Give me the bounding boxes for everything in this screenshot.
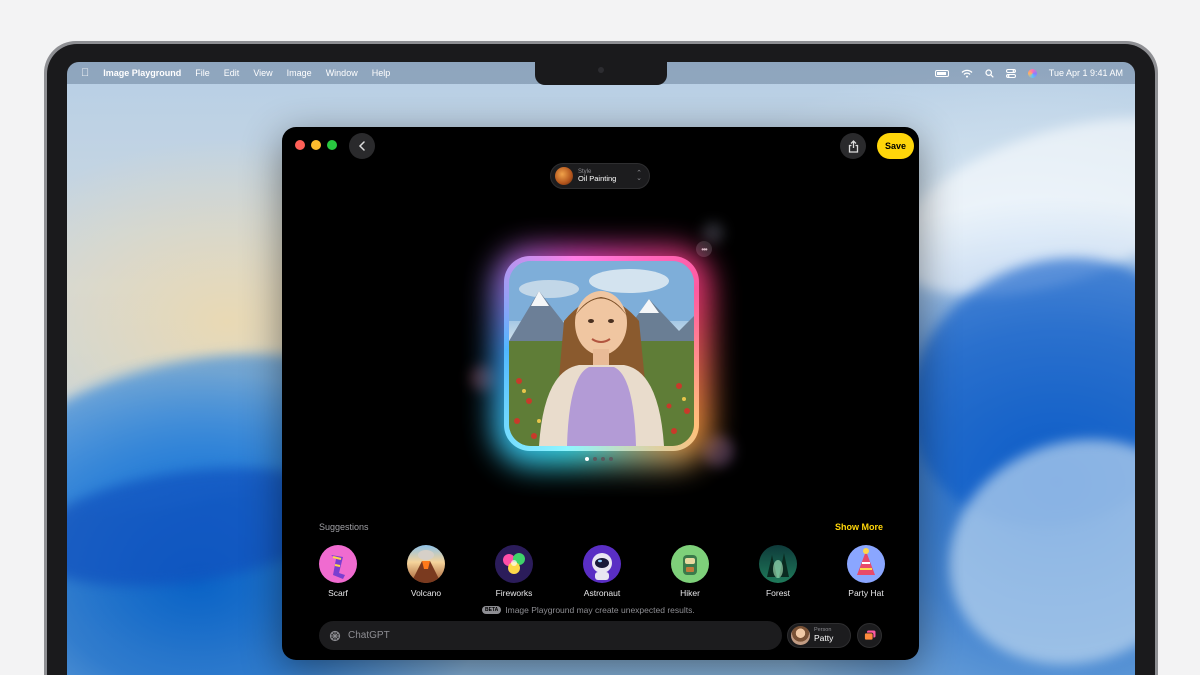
- suggestion-party-hat[interactable]: Party Hat: [830, 545, 902, 598]
- chevron-up-down-icon: ⌃ ⌄: [636, 170, 642, 182]
- prompt-input[interactable]: [348, 630, 748, 641]
- volcano-icon: [407, 545, 445, 583]
- minimize-window-button[interactable]: [311, 140, 321, 150]
- share-button[interactable]: [840, 133, 866, 159]
- menu-edit[interactable]: Edit: [224, 68, 240, 78]
- hiker-icon: [671, 545, 709, 583]
- suggestion-label: Fireworks: [495, 588, 533, 598]
- menu-help[interactable]: Help: [372, 68, 391, 78]
- window-controls: [295, 140, 337, 150]
- menu-app-name[interactable]: Image Playground: [103, 68, 181, 78]
- style-value: Oil Painting: [578, 174, 617, 184]
- siri-icon[interactable]: [1027, 68, 1037, 78]
- suggestion-label: Forest: [765, 588, 791, 598]
- menu-window[interactable]: Window: [326, 68, 358, 78]
- oil-painting-portrait: [509, 261, 694, 446]
- suggestion-label: Astronaut: [583, 588, 621, 598]
- menu-image[interactable]: Image: [287, 68, 312, 78]
- suggestions-row: Scarf Volcano Fireworks Astronaut Hiker …: [302, 545, 902, 598]
- person-name: Patty: [814, 632, 834, 643]
- save-button[interactable]: Save: [877, 133, 914, 159]
- apple-menu-icon[interactable]: : [81, 67, 89, 79]
- show-more-button[interactable]: Show More: [835, 522, 883, 532]
- page-dot[interactable]: [585, 457, 589, 461]
- suggestion-fireworks[interactable]: Fireworks: [478, 545, 550, 598]
- suggestions-title: Suggestions: [319, 522, 369, 532]
- suggestion-label: Party Hat: [848, 588, 884, 598]
- wifi-icon[interactable]: [961, 69, 973, 78]
- search-icon[interactable]: [985, 68, 994, 78]
- gallery-button[interactable]: [857, 623, 882, 648]
- suggestion-forest[interactable]: Forest: [742, 545, 814, 598]
- disclaimer: BETA Image Playground may create unexpec…: [482, 605, 695, 615]
- person-picker[interactable]: Person Patty: [787, 623, 851, 648]
- suggestion-label: Scarf: [328, 588, 348, 598]
- image-playground-window: Save Style Oil Painting ⌃ ⌄ ••• Suggesti…: [282, 127, 919, 660]
- style-picker-text: Style Oil Painting: [578, 169, 616, 183]
- share-icon: [848, 139, 858, 153]
- page-dot[interactable]: [593, 457, 597, 461]
- party-hat-icon: [847, 545, 885, 583]
- camera-icon: [598, 67, 604, 73]
- prompt-field[interactable]: [319, 621, 782, 650]
- astronaut-icon: [583, 545, 621, 583]
- scarf-icon: [319, 545, 357, 583]
- gallery-icon: [863, 630, 875, 641]
- person-picker-text: Person Patty: [814, 627, 834, 643]
- menu-clock[interactable]: Tue Apr 1 9:41 AM: [1049, 68, 1123, 78]
- suggestion-astronaut[interactable]: Astronaut: [566, 545, 638, 598]
- forest-icon: [759, 545, 797, 583]
- page-dot[interactable]: [601, 457, 605, 461]
- avatar: [791, 626, 810, 645]
- chatgpt-icon: [329, 630, 341, 641]
- camera-notch: [535, 60, 667, 85]
- maximize-window-button[interactable]: [327, 140, 337, 150]
- style-picker[interactable]: Style Oil Painting ⌃ ⌄: [550, 163, 650, 189]
- control-center-icon[interactable]: [1005, 68, 1016, 78]
- suggestion-scarf[interactable]: Scarf: [302, 545, 374, 598]
- chevron-left-icon: [358, 141, 365, 151]
- page-dot[interactable]: [609, 457, 613, 461]
- suggestion-hiker[interactable]: Hiker: [654, 545, 726, 598]
- battery-icon[interactable]: [934, 69, 949, 77]
- fireworks-icon: [495, 545, 533, 583]
- page-indicator[interactable]: [585, 457, 613, 461]
- close-window-button[interactable]: [295, 140, 305, 150]
- disclaimer-text: Image Playground may create unexpected r…: [505, 605, 695, 615]
- generated-image: [509, 261, 694, 446]
- menu-file[interactable]: File: [195, 68, 210, 78]
- oil-painting-style-icon: [555, 167, 573, 185]
- suggestion-volcano[interactable]: Volcano: [390, 545, 462, 598]
- back-button[interactable]: [349, 133, 375, 159]
- menu-view[interactable]: View: [253, 68, 272, 78]
- beta-badge: BETA: [482, 606, 502, 614]
- generated-image-frame[interactable]: [504, 256, 699, 451]
- more-options-button[interactable]: •••: [696, 241, 712, 257]
- status-area: Tue Apr 1 9:41 AM: [934, 62, 1123, 84]
- suggestion-label: Hiker: [680, 588, 700, 598]
- suggestion-label: Volcano: [410, 588, 442, 598]
